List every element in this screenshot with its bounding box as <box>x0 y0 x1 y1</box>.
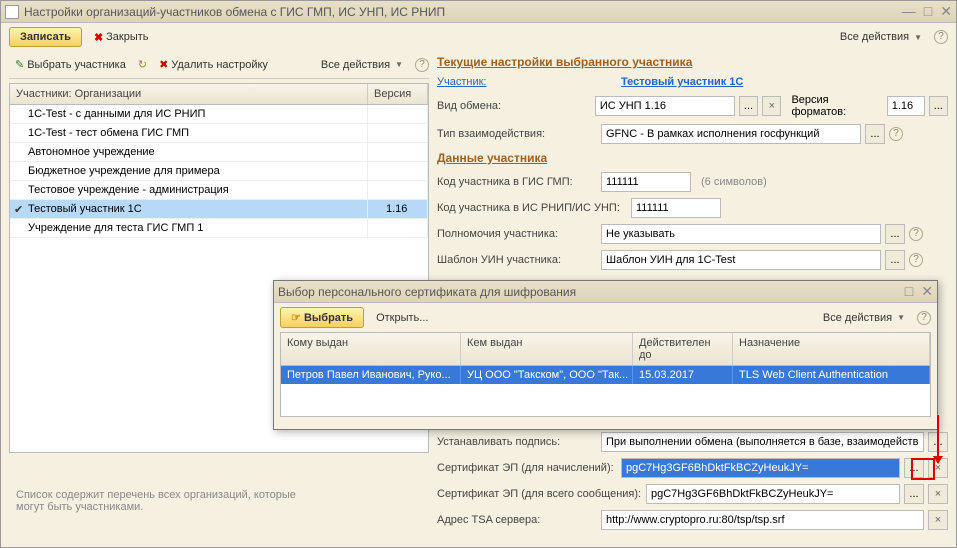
table-row[interactable]: Бюджетное учреждение для примера <box>10 162 428 181</box>
interaction-type-picker[interactable]: ... <box>865 124 885 144</box>
modal-select-button[interactable]: ☞ Выбрать <box>280 307 364 328</box>
auth-label: Полномочия участника: <box>437 228 597 240</box>
format-version-input[interactable] <box>887 96 925 116</box>
tsa-input[interactable] <box>601 510 924 530</box>
format-version-label: Версия форматов: <box>791 94 882 118</box>
cert-row[interactable]: Петров Павел Иванович, Руко... УЦ ООО "Т… <box>281 366 930 384</box>
modal-close[interactable]: ✕ <box>921 283 933 300</box>
interaction-type-label: Тип взаимодействия: <box>437 128 597 140</box>
help-icon[interactable]: ? <box>909 227 923 241</box>
sign-label: Устанавливать подпись: <box>437 436 597 448</box>
cert2-clear[interactable]: × <box>928 484 948 504</box>
close-icon: ✖ <box>94 31 103 44</box>
annotation-highlight <box>911 458 935 480</box>
help-icon[interactable]: ? <box>415 58 429 72</box>
section-current-settings: Текущие настройки выбранного участника <box>437 51 948 73</box>
col-version-header[interactable]: Версия <box>368 84 428 104</box>
code-rnip-label: Код участника в ИС РНИП/ИС УНП: <box>437 202 627 214</box>
exchange-type-clear[interactable]: × <box>762 96 781 116</box>
close-window-button[interactable]: ✕ <box>940 3 952 20</box>
annotation-arrow <box>937 415 939 463</box>
interaction-type-input[interactable] <box>601 124 861 144</box>
uin-picker[interactable]: ... <box>885 250 905 270</box>
delete-setting-button[interactable]: ✖ Удалить настройку <box>153 55 274 74</box>
tsa-clear[interactable]: × <box>928 510 948 530</box>
chevron-down-icon: ▼ <box>914 33 922 42</box>
mcol-issued-to[interactable]: Кому выдан <box>281 333 461 365</box>
select-participant-button[interactable]: ✎ Выбрать участника <box>9 55 132 74</box>
cert-picker-dialog: Выбор персонального сертификата для шифр… <box>273 280 938 430</box>
code-gis-label: Код участника в ГИС ГМП: <box>437 176 597 188</box>
modal-maximize[interactable]: □ <box>905 283 913 300</box>
mcol-issued-by[interactable]: Кем выдан <box>461 333 633 365</box>
exchange-type-label: Вид обмена: <box>437 100 591 112</box>
cert1-label: Сертификат ЭП (для начислений): <box>437 462 617 474</box>
chevron-down-icon: ▼ <box>395 60 403 69</box>
main-toolbar: Записать ✖ Закрыть Все действия ▼ ? <box>1 23 956 51</box>
table-row[interactable]: ✔Тестовый участник 1С1.16 <box>10 200 428 219</box>
table-row[interactable]: Автономное учреждение <box>10 143 428 162</box>
pencil-icon: ✎ <box>15 58 24 71</box>
tsa-label: Адрес TSA сервера: <box>437 514 597 526</box>
all-actions-menu[interactable]: Все действия ▼ <box>834 28 928 46</box>
left-all-actions[interactable]: Все действия ▼ <box>315 56 409 74</box>
cert2-picker[interactable]: ... <box>904 484 924 504</box>
help-icon[interactable]: ? <box>889 127 903 141</box>
minimize-button[interactable]: — <box>902 3 916 20</box>
window-icon <box>5 5 19 19</box>
modal-title: Выбор персонального сертификата для шифр… <box>278 285 905 299</box>
left-toolbar: ✎ Выбрать участника ↻ ✖ Удалить настройк… <box>9 51 429 79</box>
participant-link[interactable]: Тестовый участник 1С <box>621 76 743 88</box>
footer-hint: Список содержит перечень всех организаци… <box>8 483 308 519</box>
table-row[interactable]: Учреждение для теста ГИС ГМП 1 <box>10 219 428 238</box>
sign-input[interactable] <box>601 432 924 452</box>
auth-picker[interactable]: ... <box>885 224 905 244</box>
delete-icon: ✖ <box>159 58 168 71</box>
col-name-header[interactable]: Участники: Организации <box>10 84 368 104</box>
cert2-label: Сертификат ЭП (для всего сообщения): <box>437 488 642 500</box>
save-button[interactable]: Записать <box>9 27 82 47</box>
format-version-picker[interactable]: ... <box>929 96 948 116</box>
table-row[interactable]: 1C-Test - с данными для ИС РНИП <box>10 105 428 124</box>
help-icon[interactable]: ? <box>917 311 931 325</box>
check-icon: ✔ <box>14 203 23 216</box>
maximize-button[interactable]: □ <box>924 3 932 20</box>
exchange-type-picker[interactable]: ... <box>739 96 758 116</box>
hand-icon: ☞ <box>291 312 301 324</box>
mcol-valid-until[interactable]: Действителен до <box>633 333 733 365</box>
close-button[interactable]: ✖ Закрыть <box>88 28 155 47</box>
table-row[interactable]: Тестовое учреждение - администрация <box>10 181 428 200</box>
modal-all-actions[interactable]: Все действия ▼ <box>817 309 911 327</box>
auth-input[interactable] <box>601 224 881 244</box>
participant-label[interactable]: Участник: <box>437 76 597 88</box>
help-icon[interactable]: ? <box>934 30 948 44</box>
window-title: Настройки организаций-участников обмена … <box>24 5 902 19</box>
cert1-input[interactable] <box>621 458 900 478</box>
code-gis-hint: (6 символов) <box>695 176 767 188</box>
exchange-type-input[interactable] <box>595 96 735 116</box>
table-row[interactable]: 1C-Test - тест обмена ГИС ГМП <box>10 124 428 143</box>
code-rnip-input[interactable] <box>631 198 721 218</box>
uin-label: Шаблон УИН участника: <box>437 254 597 266</box>
section-participant-data: Данные участника <box>437 147 948 169</box>
main-titlebar: Настройки организаций-участников обмена … <box>1 1 956 23</box>
refresh-icon[interactable]: ↻ <box>138 58 147 71</box>
uin-input[interactable] <box>601 250 881 270</box>
modal-open-button[interactable]: Открыть... <box>370 309 434 327</box>
mcol-purpose[interactable]: Назначение <box>733 333 930 365</box>
cert-grid: Кому выдан Кем выдан Действителен до Наз… <box>280 332 931 417</box>
cert2-input[interactable] <box>646 484 900 504</box>
code-gis-input[interactable] <box>601 172 691 192</box>
chevron-down-icon: ▼ <box>897 313 905 322</box>
help-icon[interactable]: ? <box>909 253 923 267</box>
